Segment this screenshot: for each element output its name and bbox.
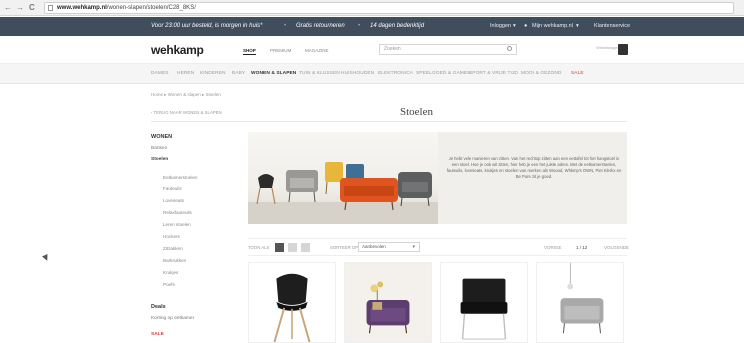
promo-bar: Voor 23:00 uur besteld, is morgen in hui… [0,17,744,36]
divider [151,121,627,122]
product-image [345,263,431,342]
product-toolbar: TOON ALS SORTEER OP Aanbevolen ▾ VORIGE … [248,238,629,256]
category-banner: Je hebt vele manieren van zitten. Van he… [248,132,627,224]
category-tuin-klussen[interactable]: TUIN & KLUSSEN [299,71,340,76]
category-kinderen[interactable]: KINDEREN [200,71,226,76]
sidebar-item-deals[interactable]: Korting op eetkamer [151,316,194,321]
sidebar-item-stoelen[interactable]: Stoelen [151,157,168,162]
sidebar-subitem[interactable]: Leren stoelen [163,222,191,227]
page-icon [48,5,53,11]
sidebar-subitem[interactable]: Relaxfauteuils [163,210,192,215]
sidebar-heading: WONEN [151,134,173,140]
product-card[interactable] [536,262,624,343]
back-icon[interactable]: ← [4,2,12,14]
mouse-cursor-icon [42,254,50,262]
search-placeholder: Zoeken [384,46,401,52]
chevron-down-icon: ▾ [576,23,579,29]
customer-service-link[interactable]: Klantenservice [594,23,630,29]
promo-separator: • [284,23,287,29]
list-view-icon[interactable] [301,243,310,252]
login-link[interactable]: Inloggen [490,23,511,29]
chevron-down-icon: ▾ [513,23,516,29]
site-header: wehkamp SHOP PREMIUM MAGAZINE Zoeken Win… [0,36,744,64]
forward-icon[interactable]: → [16,2,24,14]
banner-image [248,132,438,224]
promo-returns: Gratis retourneren [296,23,345,29]
grid-large-icon[interactable] [275,243,284,252]
browser-toolbar: ← → C www.wehkamp.nl/wonen-slapen/stoele… [0,0,744,16]
sort-select[interactable]: Aanbevolen ▾ [358,242,420,252]
category-sale[interactable]: SALE [571,71,584,76]
back-link[interactable]: ‹ TERUG NAAR WONEN & SLAPEN [151,110,222,115]
category-elektronica[interactable]: ELEKTRONICA [378,71,413,76]
site-logo[interactable]: wehkamp [151,43,204,57]
chevron-down-icon: ▾ [412,244,415,250]
cart-icon[interactable] [618,44,628,55]
view-label: TOON ALS [248,245,270,250]
search-input[interactable]: Zoeken [379,44,517,55]
sidebar-subitem[interactable]: Barkrukken [163,258,186,263]
category-wonen-slapen[interactable]: WONEN & SLAPEN [251,71,296,76]
sidebar-subitem[interactable]: Fauteuils [163,186,182,191]
banner-text: Je hebt vele manieren van zitten. Van he… [446,156,622,179]
tab-magazine[interactable]: MAGAZINE [305,48,329,53]
url-host: www.wehkamp.nl [57,5,107,11]
sidebar-subitem[interactable]: Poefs [163,282,175,287]
breadcrumb[interactable]: Home ▸ Wonen & slapen ▸ Stoelen [151,92,221,98]
product-image [460,278,508,340]
sidebar-subitem[interactable]: Krukjes [163,270,178,275]
promo-separator: • [358,23,361,29]
category-huishouden[interactable]: HUISHOUDEN [341,71,374,76]
sort-label: SORTEER OP [330,245,359,250]
sidebar-deals-heading: Deals [151,304,166,310]
category-mooi-gezond[interactable]: MOOI & GEZOND [521,71,561,76]
my-account-link[interactable]: Mijn wehkamp.nl [532,23,573,29]
product-card[interactable] [440,262,528,343]
category-baby[interactable]: BABY [232,71,245,76]
tab-shop[interactable]: SHOP [243,48,256,55]
sidebar-subitem[interactable]: Zitzakken [163,246,183,251]
promo-delivery: Voor 23:00 uur besteld, is morgen in hui… [151,23,263,29]
category-heren[interactable]: HEREN [177,71,194,76]
category-nav: DAMES HEREN KINDEREN BABY WONEN & SLAPEN… [0,64,744,84]
page-indicator: 1 / 12 [576,245,588,250]
next-page-button[interactable]: VOLGENDE [604,245,629,250]
reload-icon[interactable]: C [29,2,35,14]
address-bar[interactable]: www.wehkamp.nl/wonen-slapen/stoelen/C28_… [44,2,734,14]
category-dames[interactable]: DAMES [151,71,169,76]
url-path: /wonen-slapen/stoelen/C28_8KS/ [106,5,196,11]
product-image [273,273,311,342]
sidebar-item-banken[interactable]: Banken [151,146,167,151]
product-image [560,263,604,334]
sidebar-subitem[interactable]: Loveseats [163,198,184,203]
tab-premium[interactable]: PREMIUM [270,48,291,53]
sidebar-subitem[interactable]: Eetkamerstoelen [163,175,197,180]
sort-value: Aanbevolen [362,244,386,249]
page-title: Stoelen [400,106,433,118]
product-card[interactable] [344,262,432,343]
product-card[interactable] [248,262,336,343]
cart-label: Winkelwagen [596,45,620,50]
prev-page-button[interactable]: VORIGE [544,245,562,250]
grid-small-icon[interactable] [288,243,297,252]
promo-cooling-off: 14 dagen bedenktijd [370,23,425,29]
search-icon[interactable] [507,46,512,51]
sidebar-item-sale[interactable]: SALE [151,332,164,337]
user-icon: ● [524,23,528,29]
category-sport-vrije-tijd[interactable]: SPORT & VRIJE TIJD [469,71,518,76]
sidebar-subitem[interactable]: Hockers [163,234,180,239]
category-speelgoed-games[interactable]: SPEELGOED & GAMES [416,71,470,76]
